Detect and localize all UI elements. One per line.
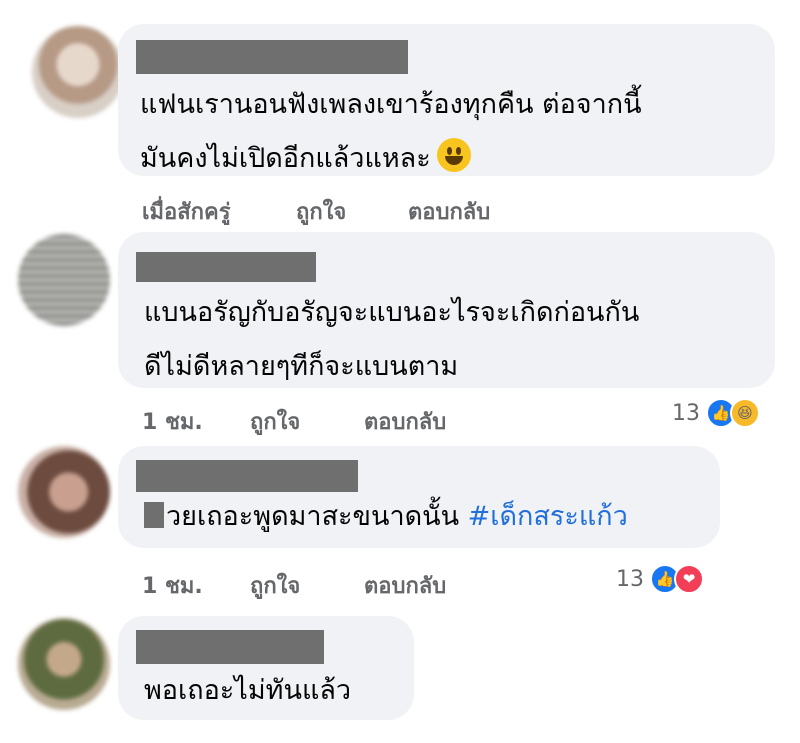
comment-bubble: แฟนเรานอนฟังเพลงเขาร้องทุกคืน ต่อจากนี้ … <box>118 24 775 176</box>
reply-button[interactable]: ตอบกลับ <box>364 404 446 439</box>
like-button[interactable]: ถูกใจ <box>250 568 300 603</box>
commenter-name-redacted[interactable] <box>136 40 408 74</box>
reaction-count: 13 <box>616 566 644 592</box>
reply-button[interactable]: ตอบกลับ <box>364 568 446 603</box>
comment-line: มันคงไม่เปิดอีกแล้วแหละ <box>140 143 431 174</box>
reply-button[interactable]: ตอบกลับ <box>408 194 490 229</box>
commenter-avatar[interactable] <box>18 446 110 538</box>
comment-line: แฟนเรานอนฟังเพลงเขาร้องทุกคืน ต่อจากนี้ <box>140 89 642 120</box>
comment-bubble: พอเถอะไม่ทันแล้ว <box>118 616 414 720</box>
comment-line: ดีไม่ดีหลายๆทีก็จะแบนตาม <box>144 351 459 382</box>
comment-time[interactable]: เมื่อสักครู่ <box>142 194 231 229</box>
commenter-avatar[interactable] <box>18 234 110 326</box>
comment-text-content: วยเถอะพูดมาสะขนาดนั้น <box>166 501 460 532</box>
haha-face-icon: 😆 <box>730 398 760 428</box>
reaction-summary[interactable]: 13 👍 ❤ <box>616 564 704 594</box>
hashtag-link[interactable]: #เด็กสระแก้ว <box>468 501 628 532</box>
comment-text: แบนอรัญกับอรัญจะแบนอะไรจะเกิดก่อนกัน ดีไ… <box>144 286 639 394</box>
commenter-name-redacted[interactable] <box>136 460 358 492</box>
comment-time[interactable]: 1 ชม. <box>142 404 203 439</box>
comment-actions: 1 ชม. ถูกใจ ตอบกลับ <box>142 404 562 435</box>
reaction-count: 13 <box>672 400 700 426</box>
comment-line: แบนอรัญกับอรัญจะแบนอะไรจะเกิดก่อนกัน <box>144 297 640 328</box>
comment-bubble: แบนอรัญกับอรัญจะแบนอะไรจะเกิดก่อนกัน ดีไ… <box>118 232 775 388</box>
like-button[interactable]: ถูกใจ <box>296 194 346 229</box>
heart-icon: ❤ <box>674 564 704 594</box>
commenter-avatar[interactable] <box>32 26 124 118</box>
comment-text: แฟนเรานอนฟังเพลงเขาร้องทุกคืน ต่อจากนี้ … <box>140 78 642 186</box>
commenter-avatar[interactable] <box>18 618 110 710</box>
comment-text: พอเถอะไม่ทันแล้ว <box>144 664 351 718</box>
comment-text: วยเถอะพูดมาสะขนาดนั้น #เด็กสระแก้ว <box>144 490 628 544</box>
comment-actions: เมื่อสักครู่ ถูกใจ ตอบกลับ <box>142 194 562 225</box>
redacted-word <box>144 502 164 528</box>
reaction-summary[interactable]: 13 👍 😆 <box>672 398 760 428</box>
comment-time[interactable]: 1 ชม. <box>142 568 203 603</box>
commenter-name-redacted[interactable] <box>136 252 316 282</box>
grinning-face-emoji-icon <box>436 138 471 172</box>
like-button[interactable]: ถูกใจ <box>250 404 300 439</box>
comment-line: พอเถอะไม่ทันแล้ว <box>144 675 352 706</box>
comment-actions: 1 ชม. ถูกใจ ตอบกลับ <box>142 568 562 599</box>
comment-bubble: วยเถอะพูดมาสะขนาดนั้น #เด็กสระแก้ว <box>118 446 720 548</box>
commenter-name-redacted[interactable] <box>136 630 324 664</box>
